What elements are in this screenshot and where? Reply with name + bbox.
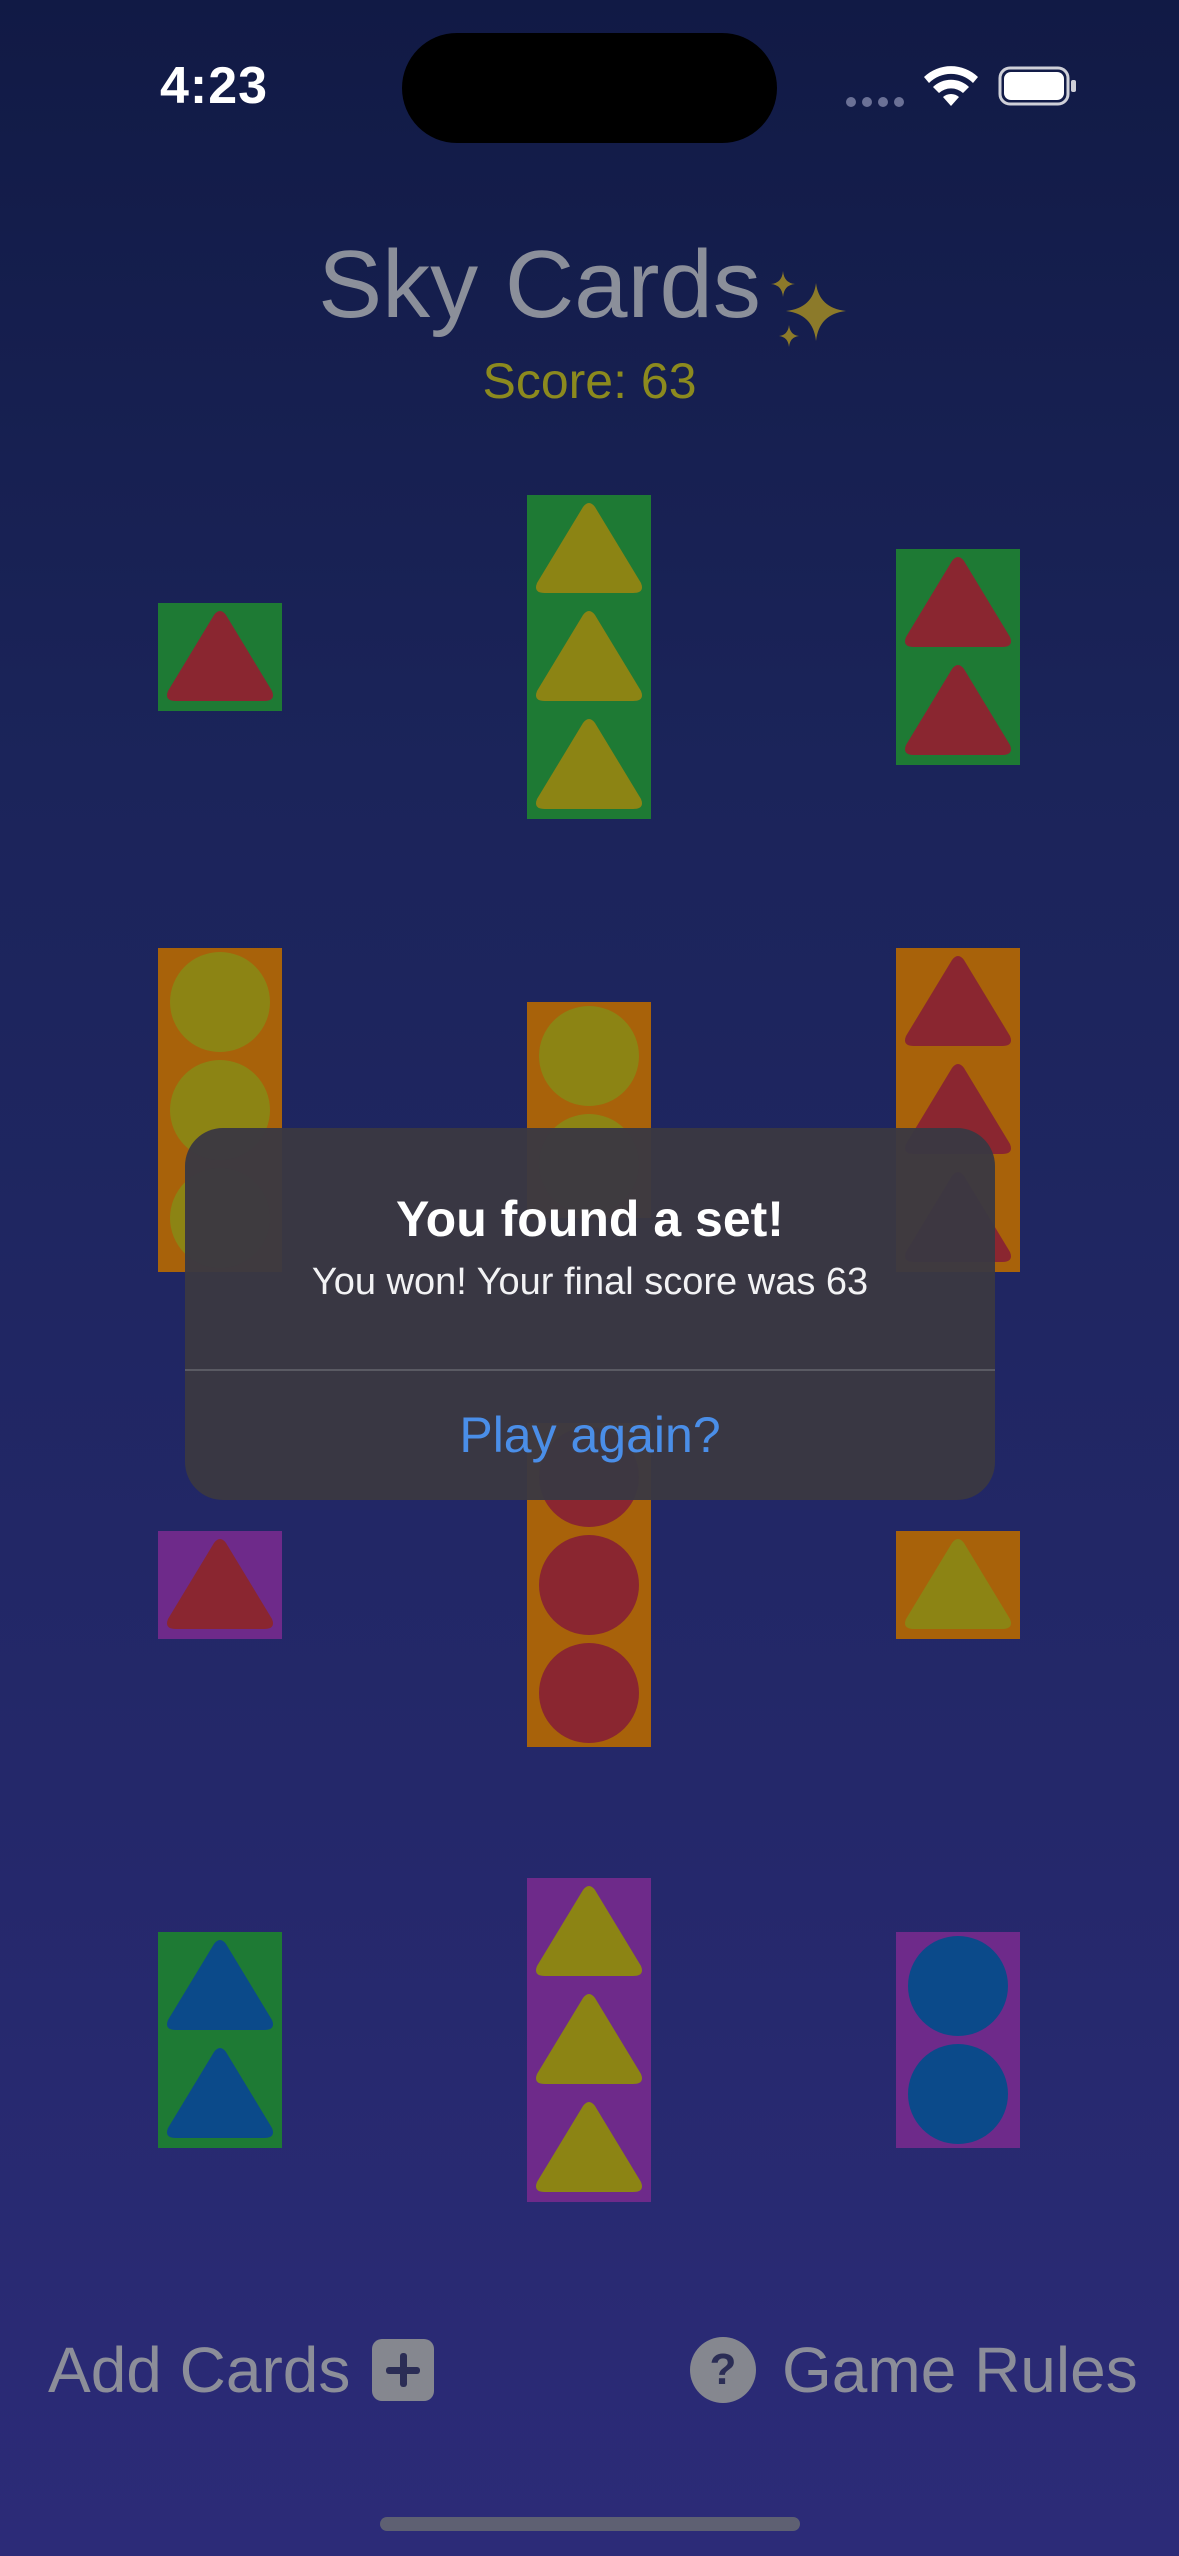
add-cards-label: Add Cards	[48, 2334, 351, 2406]
alert-dialog: You found a set! You won! Your final sco…	[185, 1128, 995, 1500]
add-cards-button[interactable]: Add Cards	[48, 2330, 435, 2410]
alert-title: You found a set!	[396, 1191, 784, 1247]
home-indicator[interactable]	[380, 2517, 800, 2531]
question-circle-icon: ?	[690, 2337, 756, 2403]
game-rules-button[interactable]: ? Game Rules	[690, 2330, 1138, 2410]
plus-square-icon	[372, 2339, 435, 2401]
alert-message: You won! Your final score was 63	[311, 1261, 869, 1303]
game-rules-label: Game Rules	[782, 2334, 1138, 2406]
bottom-toolbar: Add Cards ? Game Rules	[0, 2310, 1179, 2430]
play-again-button[interactable]: Play again?	[185, 1371, 995, 1500]
